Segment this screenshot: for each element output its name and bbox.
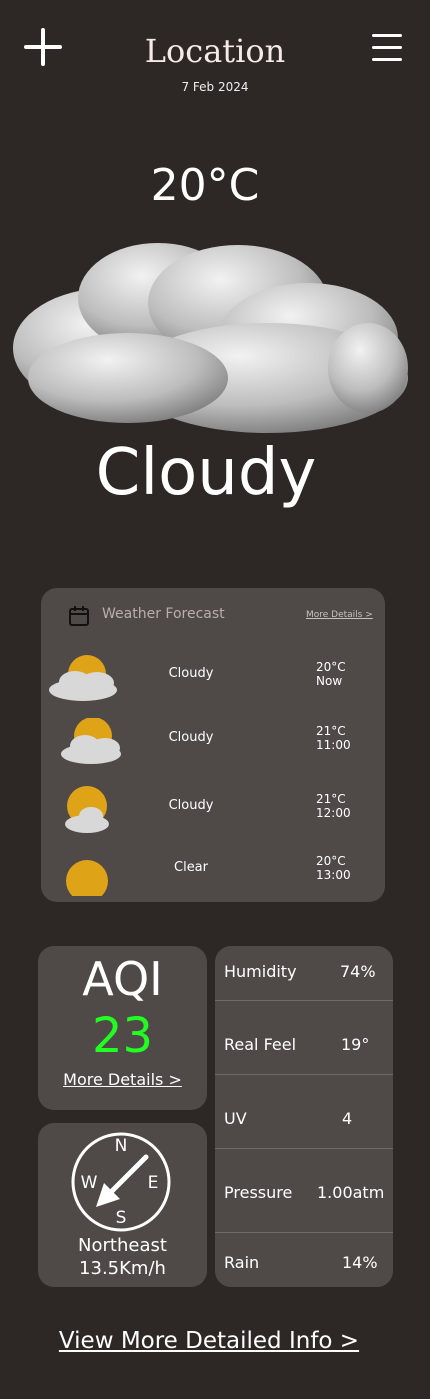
compass-south: S [116, 1208, 127, 1228]
compass-east: E [148, 1173, 159, 1193]
sun-behind-cloud-icon [61, 718, 121, 764]
forecast-condition: Cloudy [168, 730, 214, 745]
stat-value: 1.00atm [317, 1183, 385, 1202]
current-temperature: 20°C [150, 160, 260, 211]
compass-icon: N E S W [71, 1132, 171, 1232]
forecast-time: 20°C 13:00 [316, 854, 351, 882]
aqi-more-details-link[interactable]: More Details > [38, 1070, 207, 1089]
forecast-title: Weather Forecast [102, 606, 225, 622]
aqi-card: AQI 23 More Details > [38, 946, 207, 1110]
stat-pressure: Pressure 1.00atm [215, 1149, 393, 1233]
stat-label: Real Feel [224, 1035, 297, 1054]
forecast-card: Weather Forecast More Details > Cloudy 2… [41, 588, 385, 902]
wind-card: N E S W Northeast 13.5Km/h [38, 1123, 207, 1287]
forecast-condition: Clear [174, 860, 208, 875]
stat-label: Humidity [224, 962, 297, 981]
location-title: Location [144, 32, 286, 70]
forecast-row: Cloudy 20°C Now [41, 648, 385, 708]
stat-value: 19° [341, 1035, 370, 1054]
stat-real-feel: Real Feel 19° [215, 1001, 393, 1075]
aqi-value: 23 [91, 1008, 154, 1064]
date-label: 7 Feb 2024 [181, 80, 249, 94]
stat-label: Pressure [224, 1183, 293, 1202]
sun-behind-cloud-icon [49, 655, 117, 701]
forecast-row: Cloudy 21°C 11:00 [41, 712, 385, 772]
stat-value: 74% [340, 962, 376, 981]
cloud-icon [13, 243, 408, 433]
compass-west: W [81, 1173, 98, 1193]
calendar-icon [69, 606, 89, 626]
forecast-row: Clear 20°C 13:00 [41, 842, 385, 902]
forecast-time: 21°C 11:00 [316, 724, 351, 752]
forecast-row: Cloudy 21°C 12:00 [41, 780, 385, 840]
stat-value: 4 [342, 1109, 353, 1128]
forecast-more-details-link[interactable]: More Details > [306, 610, 373, 620]
menu-icon[interactable] [372, 32, 402, 62]
compass-north: N [115, 1136, 128, 1156]
stats-card: Humidity 74% Real Feel 19° UV 4 Pressure… [215, 946, 393, 1287]
wind-speed: 13.5Km/h [79, 1258, 166, 1279]
stat-humidity: Humidity 74% [215, 946, 393, 1001]
stat-value: 14% [342, 1253, 378, 1272]
sun-icon [66, 860, 108, 896]
aqi-label: AQI [82, 952, 163, 1006]
stat-rain: Rain 14% [215, 1233, 393, 1287]
stat-label: Rain [224, 1253, 260, 1272]
forecast-time: 21°C 12:00 [316, 792, 351, 820]
stat-label: UV [224, 1109, 247, 1128]
view-more-info-link[interactable]: View More Detailed Info > [0, 1328, 418, 1354]
forecast-time: 20°C Now [316, 660, 346, 688]
wind-direction: Northeast [78, 1235, 167, 1256]
current-condition: Cloudy [95, 436, 317, 510]
forecast-condition: Cloudy [168, 798, 214, 813]
stat-uv: UV 4 [215, 1075, 393, 1149]
forecast-condition: Cloudy [168, 666, 214, 681]
sun-behind-small-cloud-icon [65, 786, 109, 833]
